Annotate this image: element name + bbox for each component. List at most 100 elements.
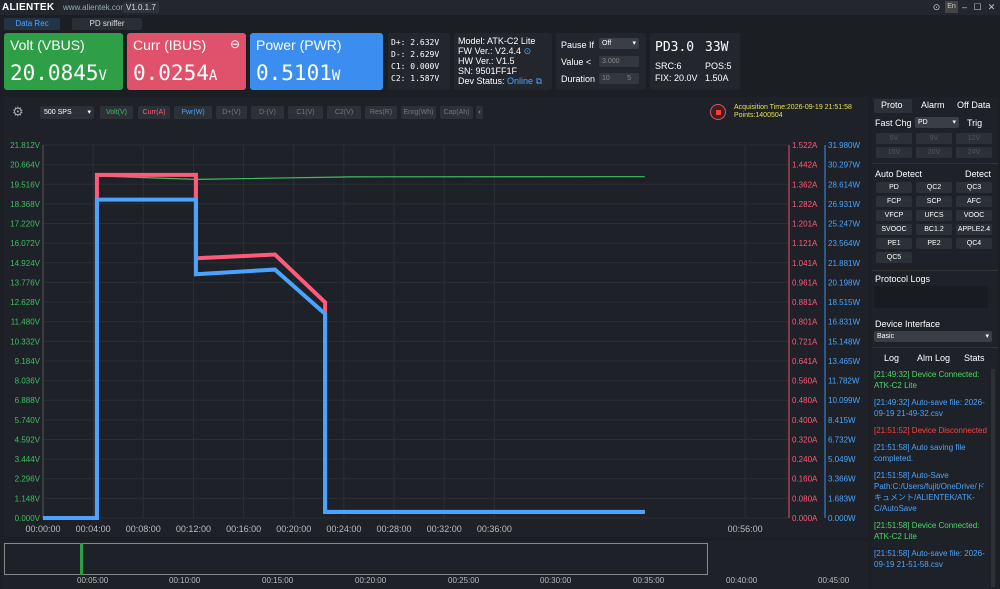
- detect-button[interactable]: Detect: [965, 169, 991, 179]
- log-entry: [21:49:32] Device Connected: ATK-C2 Lite: [874, 370, 980, 390]
- y-pwr-tick: 11.782W: [828, 377, 860, 386]
- y-volt-tick: 11.480V: [11, 318, 41, 327]
- tab-log[interactable]: Log: [884, 353, 899, 363]
- y-volt-tick: 4.592V: [15, 435, 41, 444]
- auto-detect-label: Auto Detect: [875, 169, 923, 179]
- voltage-meter: Volt (VBUS) 20.0845V: [4, 33, 123, 90]
- protocol-button-qc4[interactable]: QC4: [956, 238, 992, 249]
- series-toggle-c2-v[interactable]: C2(V): [327, 106, 361, 119]
- duration-input[interactable]: 10 5: [599, 73, 639, 84]
- pin-icon[interactable]: ⊙: [930, 1, 943, 13]
- series-toggle-cap-ah[interactable]: Cap(Ah): [440, 106, 473, 119]
- language-button[interactable]: En: [945, 1, 958, 13]
- tab-alm-log[interactable]: Alm Log: [917, 353, 950, 363]
- series-toggle-d+-v[interactable]: D+(V): [216, 106, 247, 119]
- main-chart[interactable]: 00:00:00 00:04:00 00:08:00 00:12:00 00:16:00…: [0, 120, 870, 540]
- pd-protocol: PD3.0: [655, 40, 695, 55]
- y-pwr-tick: 21.881W: [828, 259, 860, 268]
- minimize-button[interactable]: –: [958, 1, 971, 13]
- series-toggle-res-r[interactable]: Res(R): [365, 106, 397, 119]
- y-volt-tick: 1.148V: [15, 494, 41, 503]
- close-button[interactable]: ✕: [985, 1, 998, 13]
- sps-select[interactable]: 500 SPS ▾: [40, 106, 94, 119]
- protocol-button-afc[interactable]: AFC: [956, 196, 992, 207]
- overview-tick: 00:15:00: [262, 576, 294, 585]
- interface-select[interactable]: Basic ▾: [874, 331, 992, 342]
- series-toggle-pwr-w[interactable]: Pwr(W): [174, 106, 212, 119]
- log-entry: [21:51:58] Auto-Save Path:C:/Users/fujit…: [874, 471, 985, 513]
- y-curr-tick: 1.201A: [792, 220, 818, 229]
- tab-data-rec[interactable]: Data Rec: [4, 18, 60, 30]
- tab-proto[interactable]: Proto: [881, 100, 903, 110]
- overview-marker[interactable]: [80, 543, 83, 575]
- protocol-button-vfcp[interactable]: VFCP: [876, 210, 912, 221]
- x-tick-label: 00:04:00: [76, 524, 111, 534]
- series-toggle-d--v[interactable]: D-(V): [251, 106, 284, 119]
- gear-icon[interactable]: ⚙: [12, 104, 24, 120]
- y-volt-tick: 16.072V: [10, 239, 40, 248]
- chevron-down-icon: ▾: [632, 40, 636, 47]
- y-pwr-tick: 6.732W: [828, 435, 856, 444]
- protocol-button-pe2[interactable]: PE2: [916, 238, 952, 249]
- acquisition-info: Acquisition Time:2026-09-19 21:51:58 Poi…: [734, 104, 852, 119]
- tab-off-data[interactable]: Off Data: [957, 100, 990, 110]
- tab-stats[interactable]: Stats: [964, 353, 985, 363]
- series-toggle-volt-v[interactable]: Volt(V): [100, 106, 133, 119]
- volt-button-12v[interactable]: 12V: [956, 133, 992, 144]
- protocol-button-pd[interactable]: PD: [876, 182, 912, 193]
- protocol-button-pe1[interactable]: PE1: [876, 238, 912, 249]
- series-toggle-curr-a[interactable]: Curr(A): [138, 106, 170, 119]
- protocol-button-fcp[interactable]: FCP: [876, 196, 912, 207]
- y-curr-tick: 0.560A: [792, 377, 818, 386]
- y-volt-tick: 17.220V: [10, 220, 40, 229]
- overview-tick: 00:45:00: [818, 576, 850, 585]
- pause-select[interactable]: Off ▾: [599, 38, 639, 49]
- current-value: 0.0254A: [133, 61, 218, 85]
- device-interface-label: Device Interface: [875, 319, 941, 329]
- volt-button-24v[interactable]: 24V: [956, 147, 992, 158]
- protocol-button-qc5[interactable]: QC5: [876, 252, 912, 263]
- value-input[interactable]: 3.000: [599, 56, 639, 67]
- protocol-button-ufcs[interactable]: UFCS: [916, 210, 952, 221]
- x-tick-label: 00:08:00: [126, 524, 161, 534]
- tab-alarm[interactable]: Alarm: [921, 100, 945, 110]
- maximize-button[interactable]: ☐: [971, 1, 984, 13]
- log-entry: [21:51:52] Device Disconnected: [874, 426, 987, 435]
- pd-pos: POS:5: [705, 61, 732, 71]
- protocol-log-box: [874, 286, 988, 308]
- status-row: Dev Status: Online ⧉: [458, 76, 543, 86]
- y-pwr-tick: 5.049W: [828, 455, 856, 464]
- volt-button-9v[interactable]: 9V: [916, 133, 952, 144]
- protocol-button-svooc[interactable]: SVOOC: [876, 224, 912, 235]
- volt-button-15v[interactable]: 15V: [876, 147, 912, 158]
- overview-tick: 00:40:00: [726, 576, 758, 585]
- y-curr-tick: 0.400A: [792, 416, 818, 425]
- overview-window[interactable]: [4, 543, 708, 575]
- y-volt-tick: 9.184V: [15, 357, 41, 366]
- current-zero-icon[interactable]: ⊖: [230, 37, 240, 51]
- series-toggle-enrg-wh[interactable]: Enrg(Wh): [401, 106, 436, 119]
- protocol-button-bc1-2[interactable]: BC1.2: [916, 224, 952, 235]
- series-toggle-c1-v[interactable]: C1(V): [288, 106, 323, 119]
- protocol-button-scp[interactable]: SCP: [916, 196, 952, 207]
- dplus-readout: D+: 2.632V: [391, 38, 440, 47]
- y-pwr-tick: 0.000W: [828, 514, 856, 523]
- log-entry: [21:51:58] Device Connected: ATK-C2 Lite: [874, 521, 980, 541]
- version-badge: V1.0.1.7: [123, 2, 159, 13]
- protocol-button-vooc[interactable]: VOOC: [956, 210, 992, 221]
- brand-url: www.alientek.com: [63, 3, 128, 12]
- overview-tick: 00:30:00: [540, 576, 572, 585]
- y-pwr-tick: 15.148W: [828, 337, 860, 346]
- tab-pd-sniffer[interactable]: PD sniffer: [72, 18, 142, 30]
- volt-button-5v[interactable]: 5V: [876, 133, 912, 144]
- fast-chg-select[interactable]: PD ▾: [915, 117, 959, 128]
- volt-button-20v[interactable]: 20V: [916, 147, 952, 158]
- x-tick-label: 00:24:00: [326, 524, 361, 534]
- protocol-button-qc2[interactable]: QC2: [916, 182, 952, 193]
- x-tick-label: 00:12:00: [176, 524, 211, 534]
- protocol-button-qc3[interactable]: QC3: [956, 182, 992, 193]
- log-scrollbar[interactable]: [991, 369, 995, 587]
- protocol-button-apple2-4[interactable]: APPLE2.4: [956, 224, 992, 235]
- record-stop-button[interactable]: [710, 104, 726, 120]
- toolbar-scroll-icon[interactable]: ‹: [476, 106, 483, 119]
